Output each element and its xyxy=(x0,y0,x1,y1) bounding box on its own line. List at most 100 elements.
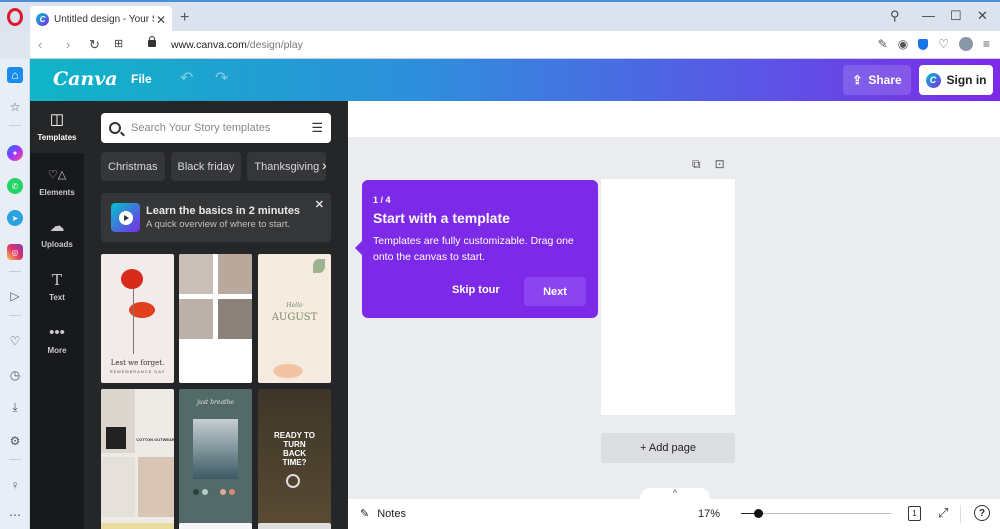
snapshot-edit-icon[interactable]: ✎ xyxy=(878,37,888,51)
add-page-icon[interactable]: ⊡ xyxy=(715,157,725,172)
telegram-icon[interactable]: ➤ xyxy=(7,210,23,226)
clock-photo xyxy=(286,474,300,488)
chevron-right-icon[interactable]: › xyxy=(322,157,327,173)
template-thumbnail[interactable] xyxy=(179,254,252,383)
profile-icon[interactable] xyxy=(958,37,973,51)
nav-elements[interactable]: ♡△ Elements xyxy=(30,156,84,208)
close-window-button[interactable]: ✕ xyxy=(977,8,988,24)
easy-setup-icon[interactable]: ≡ xyxy=(983,37,990,51)
add-page-button[interactable]: + Add page xyxy=(601,433,735,463)
opera-logo-icon[interactable] xyxy=(7,8,23,26)
url-host: www.canva.com xyxy=(171,39,247,51)
sign-in-button[interactable]: C Sign in xyxy=(919,65,993,95)
new-tab-button[interactable]: + xyxy=(180,9,189,27)
template-thumbnail[interactable] xyxy=(179,523,252,529)
instagram-icon[interactable]: ◎ xyxy=(7,244,23,260)
template-thumbnail[interactable]: READY TO TURN BACK TIME? xyxy=(258,389,331,529)
ocean-photo xyxy=(193,419,238,479)
template-search-input[interactable]: Search Your Story templates ☰ xyxy=(101,113,331,143)
notes-button[interactable]: ✎ Notes xyxy=(360,507,406,521)
template-thumbnail[interactable]: Hello AUGUST xyxy=(258,254,331,383)
search-tabs-icon[interactable]: ⚲ xyxy=(890,8,900,24)
learn-basics-card[interactable]: Learn the basics in 2 minutes A quick ov… xyxy=(101,193,331,242)
watercolor-blob xyxy=(273,364,303,378)
history-icon[interactable]: ◷ xyxy=(7,367,23,383)
browser-tab[interactable]: C Untitled design - Your Story ✕ xyxy=(30,6,172,33)
templates-panel: Search Your Story templates ☰ Christmas … xyxy=(84,101,348,529)
fullscreen-icon[interactable]: ⤢ xyxy=(938,505,948,521)
upload-cloud-icon: ☁ xyxy=(49,218,65,235)
skip-tour-button[interactable]: Skip tour xyxy=(452,284,500,296)
chip-christmas[interactable]: Christmas xyxy=(101,152,165,181)
page-count-button[interactable]: 1 xyxy=(908,506,921,521)
file-menu-button[interactable]: File xyxy=(131,72,152,86)
nav-label: Elements xyxy=(39,188,75,197)
star-icon[interactable]: ☆ xyxy=(7,99,23,115)
whatsapp-icon[interactable]: ✆ xyxy=(7,178,23,194)
forward-button[interactable]: › xyxy=(66,37,70,52)
messenger-icon[interactable]: ✦ xyxy=(7,145,23,161)
template-subtext: Hello xyxy=(286,302,303,309)
settings-icon[interactable]: ⚙ xyxy=(7,433,23,449)
canva-logo-icon: C xyxy=(925,72,941,88)
template-text: READY TO TURN BACK TIME? xyxy=(273,431,316,467)
zoom-percentage[interactable]: 17% xyxy=(698,508,720,520)
back-button[interactable]: ‹ xyxy=(38,37,42,52)
downloads-icon[interactable]: ⤓ xyxy=(7,399,23,415)
leaf xyxy=(313,259,325,273)
template-thumbnail[interactable] xyxy=(101,523,174,529)
canva-header: Canva File ↶ ↷ ⇪ Share C Sign in xyxy=(30,59,1000,101)
chip-thanksgiving[interactable]: Thanksgiving xyxy=(247,152,327,181)
canva-logo[interactable]: Canva xyxy=(53,68,118,90)
design-page[interactable] xyxy=(601,179,735,415)
template-thumbnail[interactable]: just breathe xyxy=(179,389,252,529)
help-button[interactable]: ? xyxy=(974,505,990,521)
player-icon[interactable]: ▷ xyxy=(7,288,23,304)
minimize-button[interactable]: — xyxy=(922,8,935,23)
speed-dial-icon[interactable]: ⊞ xyxy=(114,37,123,50)
nav-label: More xyxy=(47,346,67,355)
nav-templates[interactable]: ◫ Templates xyxy=(30,101,84,153)
nav-more[interactable]: ••• More xyxy=(30,314,84,366)
photo xyxy=(218,299,252,339)
tour-body: Templates are fully customizable. Drag o… xyxy=(373,235,574,263)
play-icon xyxy=(111,203,140,232)
template-thumbnail[interactable]: COTTON OUTWEAR xyxy=(101,389,174,529)
nav-text[interactable]: T Text xyxy=(30,261,84,313)
share-button[interactable]: ⇪ Share xyxy=(843,65,911,95)
tab-title: Untitled design - Your Story xyxy=(54,14,154,25)
nav-label: Text xyxy=(49,293,65,302)
template-thumbnail[interactable]: Lest we forget. REMEMBRANCE DAY xyxy=(101,254,174,383)
camera-icon[interactable]: ◉ xyxy=(898,37,908,51)
learn-subtitle: A quick overview of where to start. xyxy=(146,219,291,230)
undo-icon[interactable]: ↶ xyxy=(180,68,193,88)
address-bar: ‹ › ↻ ⊞ www.canva.com/design/play ✎ ◉ ♡ … xyxy=(30,31,1000,59)
template-thumbnail[interactable] xyxy=(258,523,331,529)
filter-icon[interactable]: ☰ xyxy=(311,120,323,136)
next-button[interactable]: Next xyxy=(524,277,586,306)
tab-close-icon[interactable]: ✕ xyxy=(156,13,166,27)
chip-black-friday[interactable]: Black friday xyxy=(170,152,242,181)
maximize-button[interactable]: ☐ xyxy=(950,8,962,24)
close-icon[interactable]: ✕ xyxy=(315,198,324,211)
redo-icon[interactable]: ↷ xyxy=(215,68,228,88)
lightbulb-icon[interactable]: ♀ xyxy=(7,477,23,493)
reload-button[interactable]: ↻ xyxy=(89,37,100,53)
nav-uploads[interactable]: ☁ Uploads xyxy=(30,208,84,260)
home-icon[interactable]: ⌂ xyxy=(7,67,23,83)
shield-icon[interactable] xyxy=(918,38,929,50)
zoom-slider-knob[interactable] xyxy=(753,509,763,518)
url-field[interactable]: www.canva.com/design/play xyxy=(171,39,303,51)
more-icon[interactable]: ⋯ xyxy=(7,507,23,523)
url-path: /design/play xyxy=(246,39,303,51)
template-text: just breathe xyxy=(197,399,234,406)
sign-in-label: Sign in xyxy=(946,73,987,87)
heart-icon[interactable]: ♡ xyxy=(7,333,23,349)
learn-title: Learn the basics in 2 minutes xyxy=(146,205,301,217)
zoom-slider[interactable] xyxy=(741,509,891,518)
share-icon: ⇪ xyxy=(852,73,863,87)
duplicate-page-icon[interactable]: ⧉ xyxy=(692,157,701,172)
heart-icon[interactable]: ♡ xyxy=(938,37,949,51)
lock-icon[interactable] xyxy=(148,36,156,47)
photo xyxy=(101,457,135,517)
